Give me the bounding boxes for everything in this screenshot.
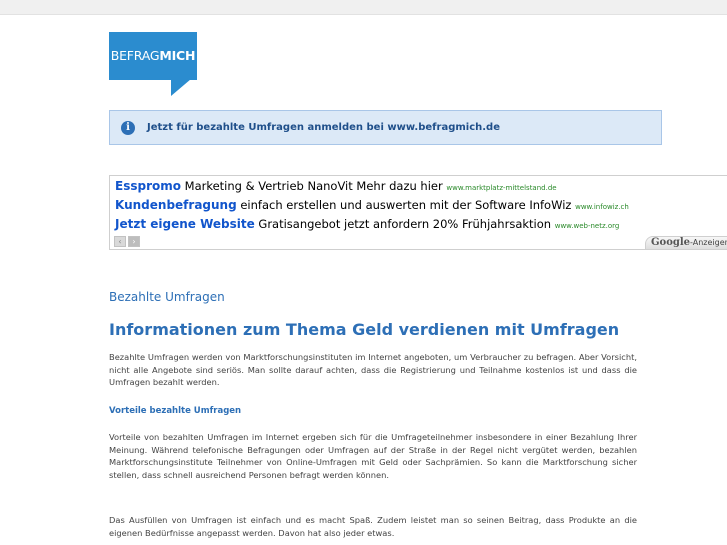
page-headline: Informationen zum Thema Geld verdienen m… <box>109 320 620 339</box>
browser-top-bar <box>0 0 727 15</box>
ad-title[interactable]: Kundenbefragung <box>115 198 237 212</box>
advantages-subheading: Vorteile bezahlte Umfragen <box>109 406 242 416</box>
ad-item[interactable]: Kundenbefragung einfach erstellen und au… <box>115 198 629 216</box>
ad-pagination: ‹ › <box>114 236 140 247</box>
google-brand: Google <box>651 237 691 248</box>
signup-link[interactable]: Jetzt für bezahlte Umfragen anmelden bei… <box>147 122 500 133</box>
intro-paragraph: Bezahlte Umfragen werden von Marktforsch… <box>109 352 637 387</box>
advantages-paragraph: Vorteile von bezahlten Umfragen im Inter… <box>109 432 637 480</box>
ad-text: einfach erstellen und auswerten mit der … <box>240 198 572 212</box>
signup-info-box: i Jetzt für bezahlte Umfragen anmelden b… <box>109 110 662 145</box>
ad-item[interactable]: Esspromo Marketing & Vertrieb NanoVit Me… <box>115 179 557 197</box>
logo-text-light: BEFRAG <box>110 48 160 63</box>
ad-title[interactable]: Jetzt eigene Website <box>115 217 255 231</box>
ad-text: Marketing & Vertrieb NanoVit Mehr dazu h… <box>184 179 443 193</box>
google-ads-label: -Anzeigen <box>690 238 727 247</box>
logo-speech-tail <box>171 79 191 96</box>
ad-text: Gratisangebot jetzt anfordern 20% Frühja… <box>258 217 552 231</box>
logo-box: BEFRAGMICH <box>109 32 197 80</box>
ad-item[interactable]: Jetzt eigene Website Gratisangebot jetzt… <box>115 217 619 235</box>
ad-prev-button[interactable]: ‹ <box>114 236 126 247</box>
logo-text-bold: MICH <box>159 48 196 63</box>
info-icon: i <box>121 120 135 135</box>
ad-next-button[interactable]: › <box>128 236 140 247</box>
google-ads-box: Esspromo Marketing & Vertrieb NanoVit Me… <box>109 175 727 250</box>
ad-url[interactable]: www.marktplatz-mittelstand.de <box>446 184 556 192</box>
ad-url[interactable]: www.web-netz.org <box>555 222 620 230</box>
section-label: Bezahlte Umfragen <box>109 290 225 304</box>
fun-paragraph: Das Ausfüllen von Umfragen ist einfach u… <box>109 515 637 538</box>
google-ads-badge[interactable]: Google-Anzeigen <box>645 236 727 250</box>
ad-title[interactable]: Esspromo <box>115 179 181 193</box>
ad-url[interactable]: www.infowiz.ch <box>575 203 629 211</box>
befragmich-logo[interactable]: BEFRAGMICH <box>109 32 197 96</box>
